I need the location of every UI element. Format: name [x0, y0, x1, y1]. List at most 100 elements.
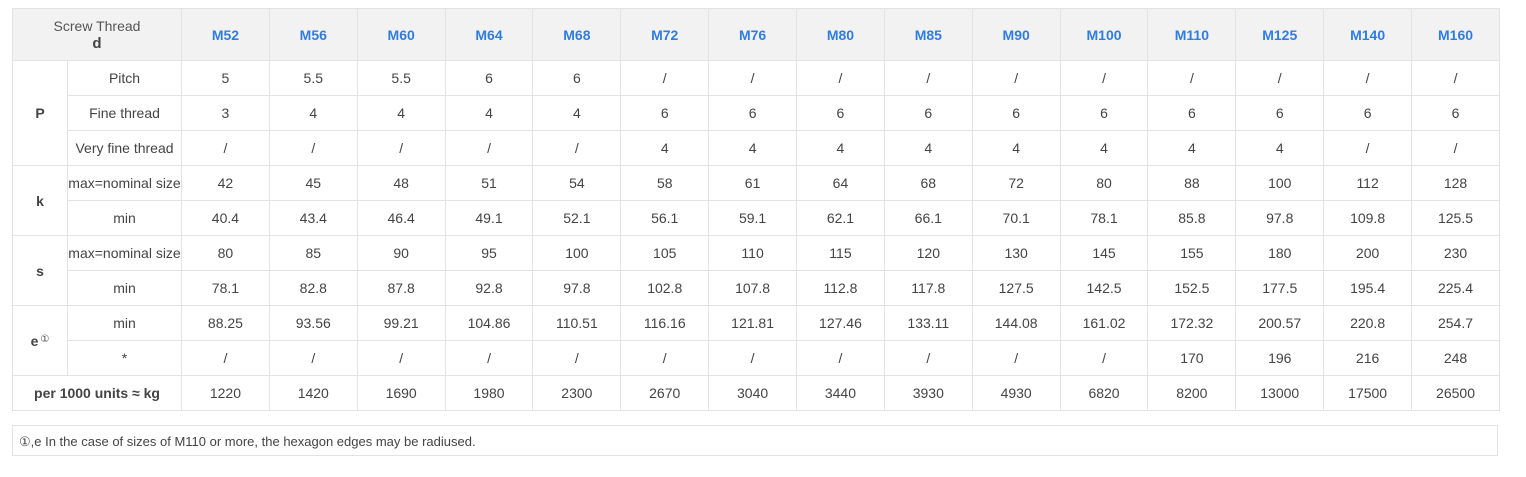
group-label: s — [36, 262, 44, 279]
weight-cell: 6820 — [1059, 375, 1149, 411]
value-cell: 109.8 — [1323, 200, 1413, 236]
value-cell: 64 — [796, 165, 885, 201]
corner-title: Screw Thread — [53, 17, 141, 34]
value-cell: 4 — [1059, 130, 1149, 166]
row-sublabel: min — [67, 200, 182, 236]
value-cell: 95 — [444, 235, 534, 271]
value-cell: / — [796, 60, 885, 96]
size-header: M72 — [620, 8, 710, 61]
value-cell: 248 — [1411, 340, 1500, 376]
value-cell: 5.5 — [268, 60, 358, 96]
value-cell: 127.46 — [796, 305, 885, 341]
value-cell: 43.4 — [268, 200, 358, 236]
table-row: min 78.1 82.8 87.8 92.8 97.8 102.8 107.8 112.8 11… — [13, 270, 1500, 306]
table-row: k max=nominal size 42 45 48 51 54 58 61 64 68 72 80 8… — [12, 165, 1500, 236]
table-row: min 40.4 43.4 46.4 49.1 52.1 56.1 59.1 62.1 66.1 7… — [13, 200, 1500, 236]
value-cell: 120 — [883, 235, 973, 271]
value-cell: 125.5 — [1411, 200, 1500, 236]
value-cell: 216 — [1323, 340, 1413, 376]
value-cell: / — [532, 130, 622, 166]
value-cell: 110.51 — [532, 305, 622, 341]
value-cell: 80 — [181, 235, 270, 271]
value-cell: 49.1 — [444, 200, 534, 236]
value-cell: 127.5 — [971, 270, 1061, 306]
value-cell: 155 — [1147, 235, 1237, 271]
value-cell: 3 — [181, 95, 270, 131]
value-cell: 133.11 — [883, 305, 973, 341]
row-sublabel: Very fine thread — [67, 130, 182, 166]
value-cell: 4 — [1235, 130, 1325, 166]
value-cell: 142.5 — [1059, 270, 1149, 306]
group-label-cell: e① — [12, 305, 68, 376]
value-cell: / — [181, 130, 270, 166]
value-cell: 121.81 — [708, 305, 798, 341]
value-cell: 225.4 — [1411, 270, 1500, 306]
value-cell: 6 — [1323, 95, 1413, 131]
value-cell: 61 — [708, 165, 798, 201]
value-cell: 170 — [1147, 340, 1237, 376]
value-cell: 230 — [1411, 235, 1500, 271]
value-cell: 172.32 — [1147, 305, 1237, 341]
value-cell: / — [796, 340, 885, 376]
value-cell: 5 — [181, 60, 270, 96]
value-cell: 196 — [1235, 340, 1325, 376]
value-cell: 6 — [1147, 95, 1237, 131]
value-cell: 4 — [796, 130, 885, 166]
value-cell: 6 — [1059, 95, 1149, 131]
value-cell: 110 — [708, 235, 798, 271]
value-cell: 6 — [1411, 95, 1500, 131]
value-cell: 4 — [444, 95, 534, 131]
table-row: Fine thread 3 4 4 4 4 6 6 6 6 6 6 6 6 6 6 — [13, 95, 1500, 131]
size-header: M110 — [1147, 8, 1237, 61]
footnote-marker: ① — [40, 333, 50, 345]
weight-cell: 17500 — [1323, 375, 1413, 411]
size-header: M64 — [444, 8, 534, 61]
row-sublabel: Pitch — [67, 60, 182, 96]
screw-thread-spec-table: Screw Thread d M52 M56 M60 M64 M68 M72 M76 M80 M85… — [12, 8, 1500, 411]
value-cell: 254.7 — [1411, 305, 1500, 341]
value-cell: 105 — [620, 235, 710, 271]
value-cell: 115 — [796, 235, 885, 271]
value-cell: / — [356, 340, 446, 376]
weight-cell: 3440 — [796, 375, 885, 411]
value-cell: 58 — [620, 165, 710, 201]
table-row: P Pitch 5 5.5 5.5 6 6// / / / / / / / / — [12, 60, 1500, 166]
value-cell: 6 — [1235, 95, 1325, 131]
value-cell: / — [1411, 60, 1500, 96]
weight-cell: 2670 — [620, 375, 710, 411]
value-cell: 112 — [1323, 165, 1413, 201]
value-cell: / — [620, 60, 710, 96]
value-cell: 48 — [356, 165, 446, 201]
size-header: M85 — [883, 8, 973, 61]
value-cell: 4 — [971, 130, 1061, 166]
value-cell: 56.1 — [620, 200, 710, 236]
value-cell: 6 — [708, 95, 798, 131]
value-cell: 92.8 — [444, 270, 534, 306]
value-cell: 100 — [532, 235, 622, 271]
value-cell: 180 — [1235, 235, 1325, 271]
value-cell: 97.8 — [532, 270, 622, 306]
value-cell: 90 — [356, 235, 446, 271]
value-cell: / — [268, 130, 358, 166]
group-label-cell: k — [12, 165, 68, 236]
value-cell: 4 — [1147, 130, 1237, 166]
value-cell: 195.4 — [1323, 270, 1413, 306]
weight-cell: 4930 — [971, 375, 1061, 411]
value-cell: 6 — [971, 95, 1061, 131]
value-cell: 6 — [796, 95, 885, 131]
value-cell: 145 — [1059, 235, 1149, 271]
value-cell: 6 — [883, 95, 973, 131]
value-cell: / — [883, 340, 973, 376]
table-row: s max=nominal size 80 85 90 95 100 105 110 115 120… — [12, 235, 1500, 306]
value-cell: 6 — [620, 95, 710, 131]
table-row: e ① min 88.25 93.56 99.21 104.86 110.51 116.16 12… — [12, 305, 1500, 376]
value-cell: 52.1 — [532, 200, 622, 236]
weight-cell: 26500 — [1411, 375, 1500, 411]
value-cell: 100 — [1235, 165, 1325, 201]
value-cell: 128 — [1411, 165, 1500, 201]
weight-label: per 1000 units ≈ kg — [12, 375, 182, 411]
size-header: M56 — [268, 8, 358, 61]
value-cell: 85.8 — [1147, 200, 1237, 236]
row-sublabel: * — [67, 340, 182, 376]
size-header: M52 — [181, 8, 270, 61]
